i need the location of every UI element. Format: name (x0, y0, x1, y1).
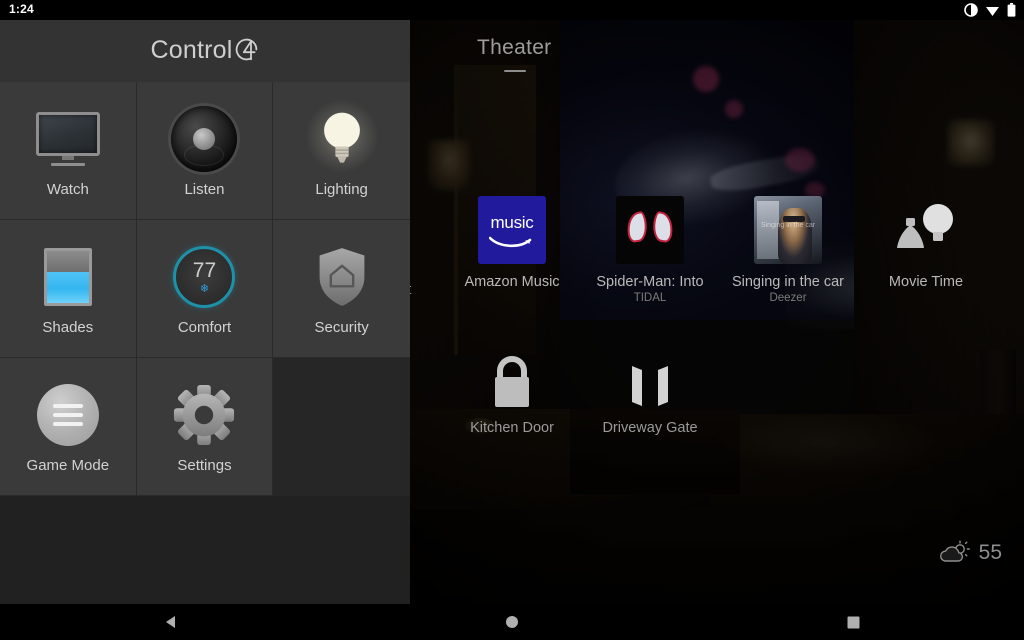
back-button[interactable] (141, 604, 201, 640)
room-panel: Theater ect music Amazon Music (392, 20, 1024, 604)
thermostat-value: 77 (192, 258, 217, 282)
lock-tile-row: Kitchen Door Driveway Gate (410, 350, 1024, 460)
tile-row-2: Shades 77 ❄ Comfort Security (0, 220, 410, 358)
tile-empty-slot (273, 358, 410, 496)
tile-settings[interactable]: Settings (136, 358, 274, 496)
tile-row-1: Watch Listen Lighting (0, 82, 410, 220)
hamburger-circle-icon (32, 379, 104, 451)
amazon-smile-icon (489, 236, 532, 248)
tile-lighting[interactable]: Lighting (273, 82, 410, 220)
control4-four-mark (233, 36, 260, 65)
tile-watch[interactable]: Watch (0, 82, 137, 220)
triangle-left-icon (165, 616, 175, 628)
tile-label: Lighting (315, 181, 368, 198)
battery-icon (1007, 3, 1016, 17)
tile-security[interactable]: Security (273, 220, 410, 358)
control4-logo: Control (0, 36, 410, 65)
window-shade-icon (32, 241, 104, 313)
lightbulb-icon (305, 100, 378, 175)
media-tile-sublabel: Deezer (769, 292, 807, 304)
status-clock: 1:24 (9, 2, 34, 16)
tile-label: Listen (184, 181, 225, 198)
tile-game-mode[interactable]: Game Mode (0, 358, 137, 496)
control4-header: Control (0, 20, 410, 82)
status-bar: 1:24 (0, 0, 1024, 20)
media-tile-sublabel: TIDAL (633, 292, 667, 304)
gear-icon (168, 379, 240, 451)
media-tile-label: Amazon Music (464, 274, 560, 290)
tile-label: Shades (42, 319, 94, 336)
dnd-icon (964, 3, 978, 17)
home-button[interactable] (482, 604, 542, 640)
title-underline (504, 70, 526, 72)
thermostat-icon: 77 ❄ (168, 241, 240, 313)
snowflake-icon: ❄ (199, 282, 210, 295)
tile-listen[interactable]: Listen (136, 82, 274, 220)
padlock-icon (482, 350, 542, 412)
album-art-title: Singing in the car (760, 222, 816, 229)
control4-tile-grid: Watch Listen Lighting Shades 77 ❄ Comfor… (0, 82, 410, 496)
media-tile-singing-in-the-car[interactable]: Singing in the car Singing in the car De… (720, 196, 856, 304)
control4-wordmark: Control (150, 36, 233, 64)
square-icon (847, 616, 860, 628)
tile-label: Comfort (177, 319, 232, 336)
weather-widget[interactable]: 55 (938, 540, 1002, 566)
deezer-art: Singing in the car (754, 196, 822, 264)
spider-mask-eye-right (651, 210, 675, 244)
television-icon (32, 103, 104, 175)
control4-panel: Control Watch Listen Lighting Shades 77 … (0, 20, 410, 606)
recents-button[interactable] (823, 604, 883, 640)
tile-shades[interactable]: Shades (0, 220, 137, 358)
media-tile-label: Singing in the car (731, 274, 845, 290)
tile-label: Settings (177, 457, 232, 474)
panel-empty-area (0, 496, 410, 606)
amazon-music-wordmark: music (490, 213, 534, 232)
spider-mask-eye-left (625, 210, 649, 244)
wifi-icon (986, 6, 999, 16)
page-title: Theater (477, 36, 552, 59)
media-tile-label: Spider-Man: Into (596, 274, 704, 290)
lock-tile-label: Kitchen Door (470, 420, 554, 436)
media-tile-label: Movie Time (888, 274, 964, 290)
android-nav-bar (0, 604, 1024, 640)
media-tile-spider-man[interactable]: Spider-Man: Into TIDAL (582, 196, 718, 304)
lock-tile-kitchen-door[interactable]: Kitchen Door (437, 350, 587, 436)
status-icons (964, 3, 1016, 17)
sun-behind-cloud-icon (939, 540, 970, 562)
gate-icon (620, 350, 680, 412)
tile-label: Game Mode (26, 457, 110, 474)
shield-home-icon (306, 241, 378, 313)
lock-tile-label: Driveway Gate (602, 420, 698, 436)
speaker-icon (168, 103, 240, 175)
tile-label: Watch (46, 181, 89, 198)
light-scene-icon (892, 196, 960, 264)
device-screen: Theater ect music Amazon Music (0, 0, 1024, 640)
media-tile-movie-time[interactable]: Movie Time (858, 196, 994, 292)
lock-tile-driveway-gate[interactable]: Driveway Gate (575, 350, 725, 436)
media-tile-amazon-music[interactable]: music Amazon Music (444, 196, 580, 292)
spider-man-art (616, 196, 684, 264)
tile-row-3: Game Mode Settings (0, 358, 410, 496)
tile-label: Security (314, 319, 369, 336)
weather-temperature: 55 (978, 541, 1002, 564)
amazon-music-art: music (478, 196, 546, 264)
media-tile-row: music Amazon Music Spider-Man: Into TIDA… (410, 196, 1024, 316)
circle-icon (505, 616, 518, 628)
tile-comfort[interactable]: 77 ❄ Comfort (136, 220, 274, 358)
